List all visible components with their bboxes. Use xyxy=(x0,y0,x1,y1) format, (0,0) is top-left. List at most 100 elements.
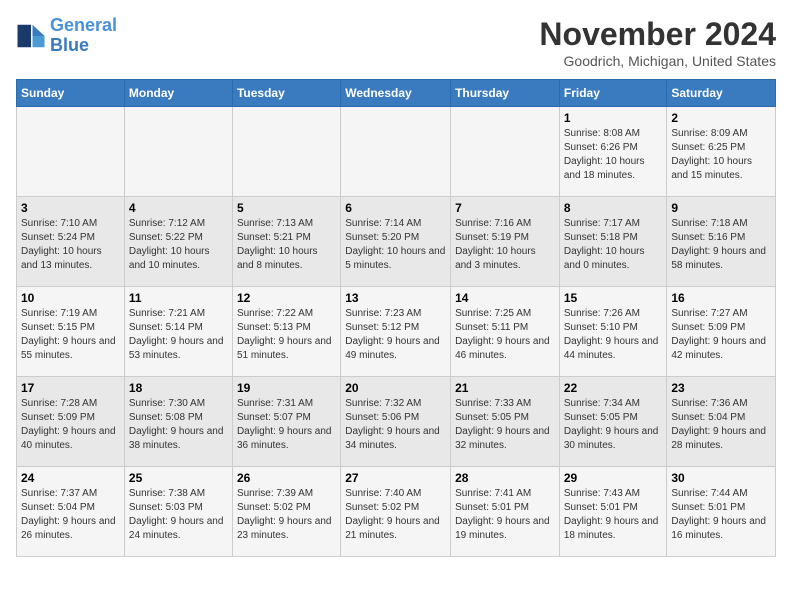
calendar-cell: 18Sunrise: 7:30 AM Sunset: 5:08 PM Dayli… xyxy=(124,377,232,467)
day-number: 23 xyxy=(671,381,771,395)
day-info: Sunrise: 7:23 AM Sunset: 5:12 PM Dayligh… xyxy=(345,307,446,363)
day-number: 25 xyxy=(129,471,228,485)
calendar-cell: 29 Sunrise: 7:43 AM Sunset: 5:01 PM Dayli… xyxy=(559,467,667,557)
day-info: Sunrise: 7:41 AM Sunset: 5:01 PM Dayligh… xyxy=(455,487,555,543)
day-number: 15 xyxy=(564,291,663,305)
calendar-cell: 14 Sunrise: 7:25 AM Sunset: 5:11 PM Dayli… xyxy=(451,287,560,377)
weekday-header-friday: Friday xyxy=(559,80,667,107)
day-info: Sunrise: 7:38 AM Sunset: 5:03 PM Dayligh… xyxy=(129,487,228,543)
calendar-cell xyxy=(232,107,340,197)
day-info: Sunrise: 7:32 AM Sunset: 5:06 PM Dayligh… xyxy=(345,397,446,453)
logo-icon xyxy=(16,21,46,51)
day-info: Sunrise: 7:44 AM Sunset: 5:01 PM Dayligh… xyxy=(671,487,771,543)
calendar-cell xyxy=(17,107,125,197)
calendar-cell: 7 Sunrise: 7:16 AM Sunset: 5:19 PM Daylig… xyxy=(451,197,560,287)
day-info: Sunrise: 8:09 AM Sunset: 6:25 PM Dayligh… xyxy=(671,127,771,183)
calendar-cell: 12Sunrise: 7:22 AM Sunset: 5:13 PM Dayli… xyxy=(232,287,340,377)
day-info: Sunrise: 7:14 AM Sunset: 5:20 PM Dayligh… xyxy=(345,217,446,273)
day-info: Sunrise: 7:34 AM Sunset: 5:05 PM Dayligh… xyxy=(564,397,663,453)
logo: General Blue xyxy=(16,16,117,56)
calendar-cell: 5Sunrise: 7:13 AM Sunset: 5:21 PM Daylig… xyxy=(232,197,340,287)
day-number: 26 xyxy=(237,471,336,485)
day-number: 14 xyxy=(455,291,555,305)
weekday-header-monday: Monday xyxy=(124,80,232,107)
day-info: Sunrise: 7:21 AM Sunset: 5:14 PM Dayligh… xyxy=(129,307,228,363)
day-info: Sunrise: 7:40 AM Sunset: 5:02 PM Dayligh… xyxy=(345,487,446,543)
day-number: 27 xyxy=(345,471,446,485)
day-number: 2 xyxy=(671,111,771,125)
day-info: Sunrise: 7:10 AM Sunset: 5:24 PM Dayligh… xyxy=(21,217,120,273)
logo-text: General Blue xyxy=(50,16,117,56)
calendar-cell: 27 Sunrise: 7:40 AM Sunset: 5:02 PM Dayli… xyxy=(341,467,451,557)
day-number: 16 xyxy=(671,291,771,305)
weekday-header-thursday: Thursday xyxy=(451,80,560,107)
day-number: 28 xyxy=(455,471,555,485)
calendar-cell: 25 Sunrise: 7:38 AM Sunset: 5:03 PM Dayli… xyxy=(124,467,232,557)
day-info: Sunrise: 7:27 AM Sunset: 5:09 PM Dayligh… xyxy=(671,307,771,363)
calendar-cell: 1Sunrise: 8:08 AM Sunset: 6:26 PM Daylig… xyxy=(559,107,667,197)
day-number: 9 xyxy=(671,201,771,215)
calendar-cell: 22 Sunrise: 7:34 AM Sunset: 5:05 PM Dayli… xyxy=(559,377,667,467)
day-number: 11 xyxy=(129,291,228,305)
day-number: 19 xyxy=(237,381,336,395)
calendar-cell: 4Sunrise: 7:12 AM Sunset: 5:22 PM Daylig… xyxy=(124,197,232,287)
calendar-cell: 30Sunrise: 7:44 AM Sunset: 5:01 PM Dayli… xyxy=(667,467,776,557)
day-info: Sunrise: 7:28 AM Sunset: 5:09 PM Dayligh… xyxy=(21,397,120,453)
day-number: 7 xyxy=(455,201,555,215)
calendar-cell: 2 Sunrise: 8:09 AM Sunset: 6:25 PM Daylig… xyxy=(667,107,776,197)
location: Goodrich, Michigan, United States xyxy=(539,53,776,69)
day-info: Sunrise: 7:18 AM Sunset: 5:16 PM Dayligh… xyxy=(671,217,771,273)
calendar-header: SundayMondayTuesdayWednesdayThursdayFrid… xyxy=(17,80,776,107)
day-info: Sunrise: 7:12 AM Sunset: 5:22 PM Dayligh… xyxy=(129,217,228,273)
calendar-cell: 24 Sunrise: 7:37 AM Sunset: 5:04 PM Dayli… xyxy=(17,467,125,557)
title-block: November 2024 Goodrich, Michigan, United… xyxy=(539,16,776,69)
calendar-cell xyxy=(124,107,232,197)
page-header: General Blue November 2024 Goodrich, Mic… xyxy=(16,16,776,69)
calendar-cell: 8Sunrise: 7:17 AM Sunset: 5:18 PM Daylig… xyxy=(559,197,667,287)
day-number: 13 xyxy=(345,291,446,305)
day-info: Sunrise: 7:22 AM Sunset: 5:13 PM Dayligh… xyxy=(237,307,336,363)
calendar-week-5: 24 Sunrise: 7:37 AM Sunset: 5:04 PM Dayli… xyxy=(17,467,776,557)
calendar-cell: 19 Sunrise: 7:31 AM Sunset: 5:07 PM Dayli… xyxy=(232,377,340,467)
calendar-week-4: 17 Sunrise: 7:28 AM Sunset: 5:09 PM Dayli… xyxy=(17,377,776,467)
calendar-cell: 9 Sunrise: 7:18 AM Sunset: 5:16 PM Daylig… xyxy=(667,197,776,287)
weekday-header-wednesday: Wednesday xyxy=(341,80,451,107)
weekday-header-saturday: Saturday xyxy=(667,80,776,107)
month-title: November 2024 xyxy=(539,16,776,53)
day-info: Sunrise: 7:19 AM Sunset: 5:15 PM Dayligh… xyxy=(21,307,120,363)
day-info: Sunrise: 7:31 AM Sunset: 5:07 PM Dayligh… xyxy=(237,397,336,453)
calendar-cell: 26 Sunrise: 7:39 AM Sunset: 5:02 PM Dayli… xyxy=(232,467,340,557)
day-info: Sunrise: 7:36 AM Sunset: 5:04 PM Dayligh… xyxy=(671,397,771,453)
calendar-week-3: 10 Sunrise: 7:19 AM Sunset: 5:15 PM Dayli… xyxy=(17,287,776,377)
day-info: Sunrise: 7:13 AM Sunset: 5:21 PM Dayligh… xyxy=(237,217,336,273)
calendar-cell: 17 Sunrise: 7:28 AM Sunset: 5:09 PM Dayli… xyxy=(17,377,125,467)
day-info: Sunrise: 7:16 AM Sunset: 5:19 PM Dayligh… xyxy=(455,217,555,273)
calendar-table: SundayMondayTuesdayWednesdayThursdayFrid… xyxy=(16,79,776,557)
calendar-cell: 20Sunrise: 7:32 AM Sunset: 5:06 PM Dayli… xyxy=(341,377,451,467)
day-number: 10 xyxy=(21,291,120,305)
calendar-cell xyxy=(451,107,560,197)
day-number: 18 xyxy=(129,381,228,395)
calendar-cell xyxy=(341,107,451,197)
calendar-cell: 11 Sunrise: 7:21 AM Sunset: 5:14 PM Dayli… xyxy=(124,287,232,377)
calendar-cell: 13 Sunrise: 7:23 AM Sunset: 5:12 PM Dayli… xyxy=(341,287,451,377)
calendar-body: 1Sunrise: 8:08 AM Sunset: 6:26 PM Daylig… xyxy=(17,107,776,557)
weekday-header-sunday: Sunday xyxy=(17,80,125,107)
day-number: 24 xyxy=(21,471,120,485)
day-info: Sunrise: 7:17 AM Sunset: 5:18 PM Dayligh… xyxy=(564,217,663,273)
weekday-header-tuesday: Tuesday xyxy=(232,80,340,107)
calendar-cell: 6Sunrise: 7:14 AM Sunset: 5:20 PM Daylig… xyxy=(341,197,451,287)
calendar-week-1: 1Sunrise: 8:08 AM Sunset: 6:26 PM Daylig… xyxy=(17,107,776,197)
day-info: Sunrise: 7:43 AM Sunset: 5:01 PM Dayligh… xyxy=(564,487,663,543)
calendar-cell: 28 Sunrise: 7:41 AM Sunset: 5:01 PM Dayli… xyxy=(451,467,560,557)
day-number: 21 xyxy=(455,381,555,395)
day-info: Sunrise: 7:37 AM Sunset: 5:04 PM Dayligh… xyxy=(21,487,120,543)
weekday-header-row: SundayMondayTuesdayWednesdayThursdayFrid… xyxy=(17,80,776,107)
calendar-cell: 15Sunrise: 7:26 AM Sunset: 5:10 PM Dayli… xyxy=(559,287,667,377)
day-info: Sunrise: 7:39 AM Sunset: 5:02 PM Dayligh… xyxy=(237,487,336,543)
calendar-cell: 3Sunrise: 7:10 AM Sunset: 5:24 PM Daylig… xyxy=(17,197,125,287)
day-number: 22 xyxy=(564,381,663,395)
day-number: 17 xyxy=(21,381,120,395)
day-number: 29 xyxy=(564,471,663,485)
day-info: Sunrise: 7:25 AM Sunset: 5:11 PM Dayligh… xyxy=(455,307,555,363)
